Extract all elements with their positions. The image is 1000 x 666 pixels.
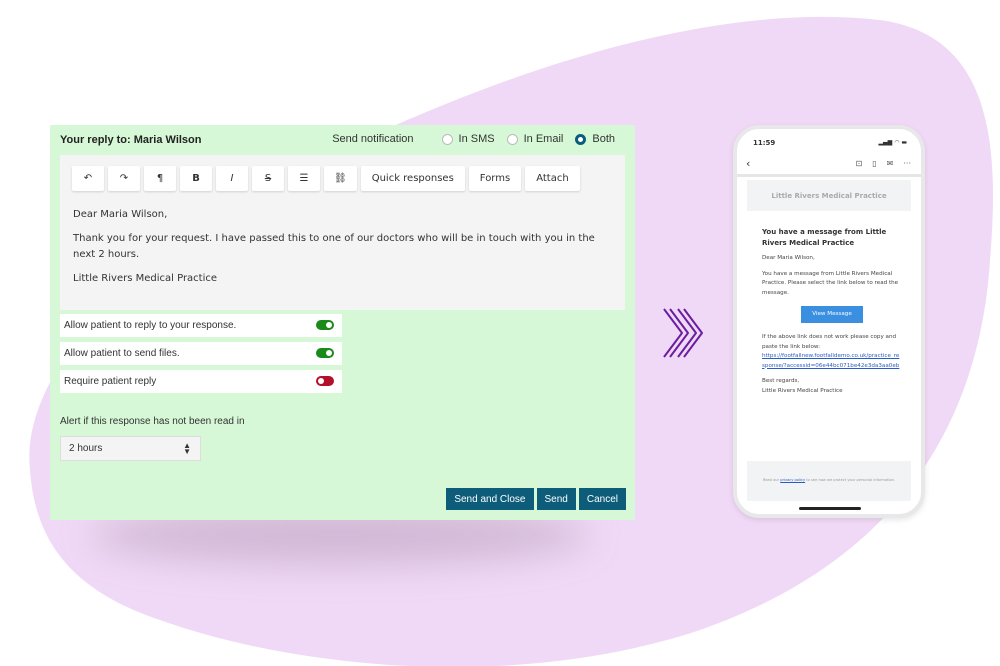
send-button[interactable]: Send xyxy=(536,488,576,510)
email-heading: You have a message from Little Rivers Me… xyxy=(762,228,887,247)
link-icon: ⛓ xyxy=(334,173,347,184)
link-button[interactable]: ⛓ xyxy=(324,166,357,191)
require-reply-toggle[interactable] xyxy=(316,376,334,386)
radio-circle xyxy=(506,133,518,145)
email-signoff: Best regards, Little Rivers Medical Pract… xyxy=(762,377,902,396)
email-fallback: If the above link does not work please c… xyxy=(762,333,902,371)
paragraph-button[interactable]: ¶ xyxy=(144,166,176,191)
undo-icon: ↶ xyxy=(83,173,93,184)
email-header: ‹ ⊡ ▯ ✉ ··· xyxy=(737,157,921,177)
status-icons: ▂▄▆ ◠ ▬ xyxy=(878,139,907,146)
toggle-row-allow-files: Allow patient to send files. xyxy=(60,342,342,365)
reply-title: Your reply to: Maria Wilson xyxy=(60,134,202,146)
toggle-row-require-reply: Require patient reply xyxy=(60,370,342,393)
signature-text: Little Rivers Medical Practice xyxy=(762,387,843,394)
signoff-text: Best regards, xyxy=(762,378,800,384)
toggle-row-allow-reply: Allow patient to reply to your response. xyxy=(60,314,342,337)
back-icon[interactable]: ‹ xyxy=(746,157,750,170)
paragraph-icon: ¶ xyxy=(156,173,164,184)
select-caret-icon: ▲ ▼ xyxy=(183,441,191,456)
reply-panel: Your reply to: Maria Wilson Send notific… xyxy=(50,125,635,520)
allow-reply-toggle[interactable] xyxy=(316,320,334,330)
bold-button[interactable]: B xyxy=(180,166,212,191)
toggle-label: Allow patient to reply to your response. xyxy=(64,320,237,331)
radio-circle-selected xyxy=(575,133,587,145)
notification-options: Send notification In SMS In Email Both xyxy=(332,133,615,145)
radio-label: In Email xyxy=(523,133,564,145)
view-message-button[interactable]: View Message xyxy=(801,306,863,323)
list-button[interactable]: ☰ xyxy=(288,166,320,191)
trash-icon[interactable]: ▯ xyxy=(872,159,876,168)
privacy-policy-link[interactable]: privacy policy xyxy=(780,478,805,482)
undo-button[interactable]: ↶ xyxy=(72,166,104,191)
allow-files-toggle[interactable] xyxy=(316,348,334,358)
mail-icon[interactable]: ✉ xyxy=(887,159,894,168)
toggle-label: Require patient reply xyxy=(64,376,157,387)
message-link[interactable]: https://footfallnew.footfalldemo.co.uk/p… xyxy=(762,353,899,369)
radio-label: In SMS xyxy=(458,133,495,145)
alert-label: Alert if this response has not been read… xyxy=(60,416,245,427)
email-banner: Little Rivers Medical Practice xyxy=(747,180,911,211)
archive-icon[interactable]: ⊡ xyxy=(856,159,863,168)
italic-button[interactable]: I xyxy=(216,166,248,191)
home-indicator xyxy=(799,507,861,510)
send-and-close-button[interactable]: Send and Close xyxy=(446,488,534,510)
strikethrough-button[interactable]: S xyxy=(252,166,284,191)
select-value: 2 hours xyxy=(69,443,103,454)
redo-icon: ↷ xyxy=(119,173,129,184)
list-icon: ☰ xyxy=(299,173,309,184)
forms-button[interactable]: Forms xyxy=(468,166,522,191)
attach-button[interactable]: Attach xyxy=(525,166,580,191)
italic-icon: I xyxy=(230,173,234,184)
radio-in-sms[interactable]: In SMS xyxy=(441,133,495,145)
strikethrough-icon: S xyxy=(264,173,272,184)
fallback-text: If the above link does not work please c… xyxy=(762,334,897,350)
action-buttons: Send and Close Send Cancel xyxy=(446,488,626,510)
radio-in-email[interactable]: In Email xyxy=(506,133,564,145)
radio-label: Both xyxy=(592,133,615,145)
radio-circle xyxy=(441,133,453,145)
double-chevron-right-icon xyxy=(663,308,703,358)
quick-responses-button[interactable]: Quick responses xyxy=(360,166,465,191)
footer-text: Read our xyxy=(762,478,780,482)
phone-mockup: 11:59 ▂▄▆ ◠ ▬ ‹ ⊡ ▯ ✉ ··· Little Rivers Med… xyxy=(733,125,925,518)
email-greeting: Dear Maria Wilson, xyxy=(762,255,815,261)
redo-button[interactable]: ↷ xyxy=(108,166,140,191)
notification-label: Send notification xyxy=(332,133,414,145)
cancel-button[interactable]: Cancel xyxy=(578,488,626,510)
body-text: Thank you for your request. I have passe… xyxy=(73,233,595,260)
body-signature: Little Rivers Medical Practice xyxy=(73,273,218,284)
email-intro: You have a message from Little Rivers Me… xyxy=(762,270,899,296)
editor-toolbar: ↶ ↷ ¶ B I S ☰ ⛓ Quick responses Forms At… xyxy=(72,166,580,191)
toggle-label: Allow patient to send files. xyxy=(64,348,180,359)
bold-icon: B xyxy=(192,173,200,184)
status-time: 11:59 xyxy=(753,139,776,147)
more-icon[interactable]: ··· xyxy=(903,159,911,168)
email-content: You have a message from Little Rivers Me… xyxy=(762,227,902,402)
email-footer: Read our privacy policy to see how we pr… xyxy=(747,461,911,501)
radio-both[interactable]: Both xyxy=(575,133,615,145)
alert-time-select[interactable]: 2 hours ▲ ▼ xyxy=(60,436,201,461)
rich-text-editor[interactable]: ↶ ↷ ¶ B I S ☰ ⛓ Quick responses Forms At… xyxy=(60,155,625,310)
footer-text: to see how we protect your personal info… xyxy=(806,478,896,482)
body-greeting: Dear Maria Wilson, xyxy=(73,209,168,220)
message-body[interactable]: Dear Maria Wilson, Thank you for your re… xyxy=(73,207,613,295)
